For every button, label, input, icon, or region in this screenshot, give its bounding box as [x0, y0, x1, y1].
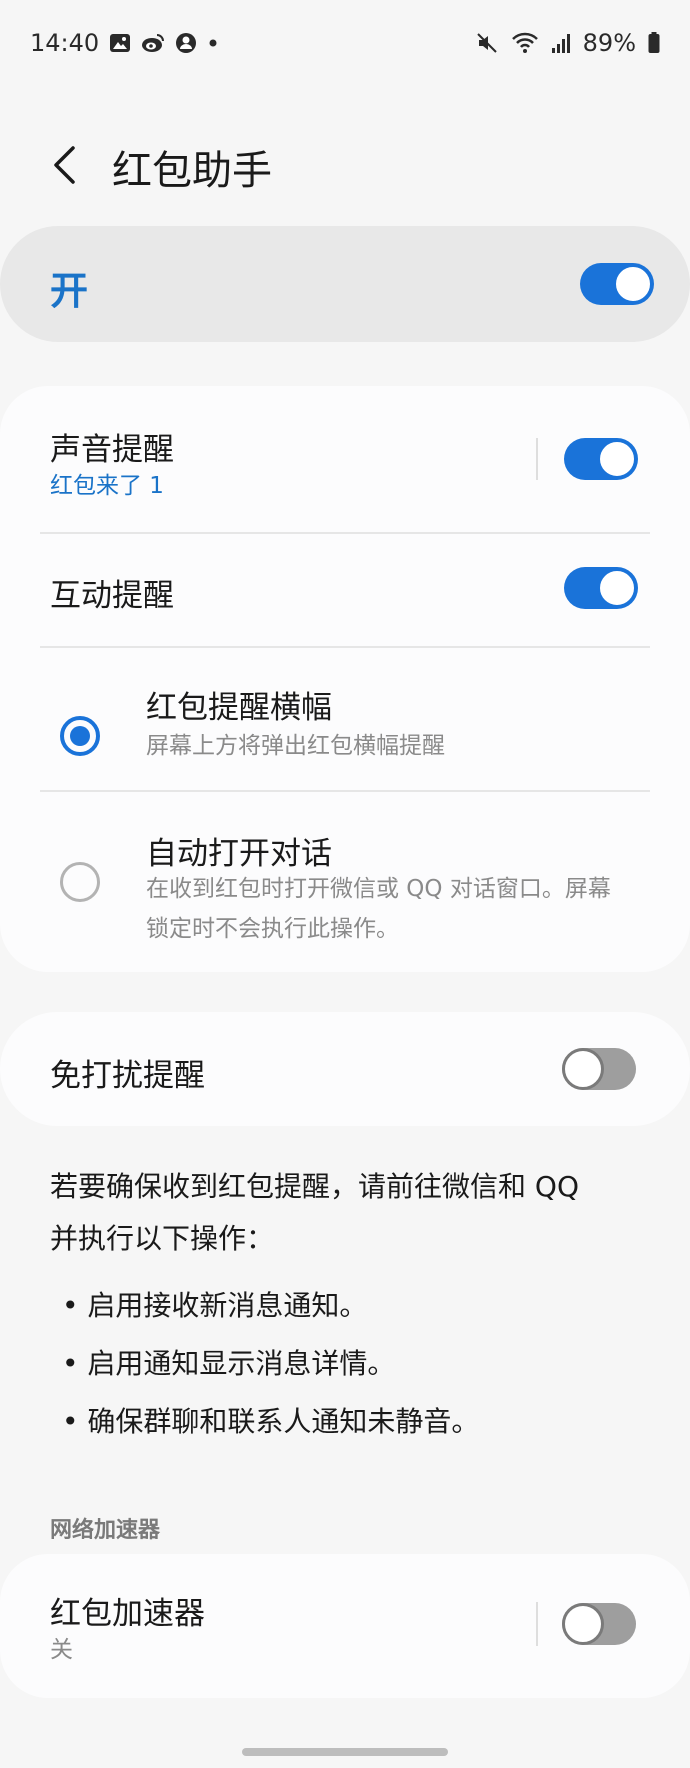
toggle-knob	[562, 1603, 604, 1645]
page-title: 红包助手	[112, 148, 272, 194]
home-indicator[interactable]	[242, 1748, 448, 1756]
accelerator-status: 关	[50, 1637, 73, 1663]
master-switch-label: 开	[50, 269, 89, 313]
divider	[40, 790, 650, 792]
toggle-knob	[598, 440, 636, 478]
interactive-reminder-toggle[interactable]	[564, 567, 638, 609]
weibo-icon	[141, 32, 165, 54]
mute-icon	[475, 31, 499, 55]
notification-dot-icon	[207, 37, 219, 49]
toggle-knob	[614, 265, 652, 303]
battery-icon	[648, 32, 660, 54]
info-line-1: 若要确保收到红包提醒，请前往微信和 QQ	[50, 1170, 579, 1203]
auto-open-option-description-line1: 在收到红包时打开微信或 QQ 对话窗口。屏幕	[146, 876, 611, 902]
reminder-settings-card: 声音提醒 红包来了 1 互动提醒 红包提醒横幅 屏幕上方将弹出红包横幅提醒 自动…	[0, 386, 690, 972]
status-time: 14:40	[30, 29, 100, 57]
auto-open-option-description-line2: 锁定时不会执行此操作。	[146, 916, 399, 942]
master-switch-card[interactable]: 开	[0, 226, 690, 342]
dnd-reminder-toggle[interactable]	[562, 1048, 636, 1090]
info-bullet: • 启用通知显示消息详情。	[62, 1347, 396, 1380]
accelerator-title: 红包加速器	[50, 1596, 205, 1632]
back-button[interactable]	[44, 140, 84, 190]
signal-icon	[551, 32, 571, 54]
back-arrow-icon	[54, 146, 75, 184]
battery-percent: 89%	[582, 29, 636, 57]
banner-radio[interactable]	[60, 716, 100, 756]
accelerator-toggle[interactable]	[562, 1603, 636, 1645]
gallery-icon	[109, 32, 131, 54]
banner-option-title: 红包提醒横幅	[146, 690, 332, 726]
interactive-reminder-title: 互动提醒	[50, 578, 174, 614]
sound-reminder-toggle[interactable]	[564, 438, 638, 480]
banner-option-description: 屏幕上方将弹出红包横幅提醒	[146, 733, 445, 759]
account-icon	[175, 32, 197, 54]
sound-reminder-subtitle: 红包来了 1	[50, 473, 164, 499]
divider	[40, 532, 650, 534]
toggle-knob	[562, 1048, 604, 1090]
info-bullet: • 确保群聊和联系人通知未静音。	[62, 1405, 480, 1438]
auto-open-radio[interactable]	[60, 862, 100, 902]
sound-reminder-title: 声音提醒	[50, 432, 174, 468]
divider	[40, 646, 650, 648]
toggle-knob	[598, 569, 636, 607]
vertical-divider	[536, 438, 538, 480]
auto-open-option-title: 自动打开对话	[146, 836, 332, 872]
status-bar: 14:40 89%	[0, 0, 690, 86]
accelerator-card[interactable]: 红包加速器 关	[0, 1554, 690, 1698]
network-section-label: 网络加速器	[50, 1518, 161, 1543]
info-line-2: 并执行以下操作：	[50, 1222, 275, 1255]
app-header: 红包助手	[0, 120, 690, 210]
wifi-icon	[511, 31, 539, 55]
dnd-reminder-card[interactable]: 免打扰提醒	[0, 1012, 690, 1126]
info-bullet: • 启用接收新消息通知。	[62, 1289, 368, 1322]
master-toggle[interactable]	[580, 263, 654, 305]
radio-dot	[70, 726, 90, 746]
dnd-reminder-title: 免打扰提醒	[50, 1058, 205, 1094]
vertical-divider	[536, 1602, 538, 1646]
